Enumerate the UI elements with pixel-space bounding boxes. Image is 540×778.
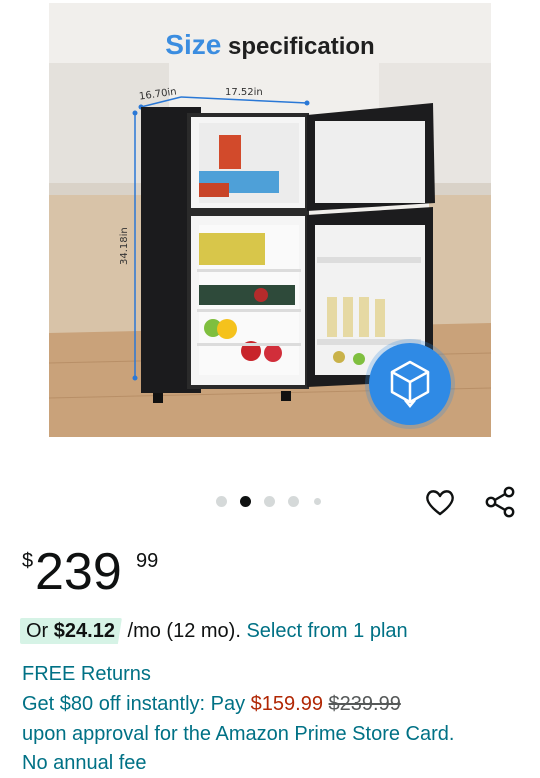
height-dimension-label: 34.18in [119, 227, 130, 265]
promo-annual-fee-text: No annual fee [22, 752, 147, 774]
image-headline-accent: Size [165, 29, 222, 60]
carousel-dot[interactable] [264, 496, 275, 507]
price-whole: 239 [35, 543, 122, 601]
carousel-indicators [0, 496, 540, 510]
monthly-payment-term: /mo (12 mo). [127, 620, 241, 642]
promo-line[interactable]: Get $80 off instantly: Pay $159.99 $239.… [22, 689, 454, 719]
share-icon [485, 486, 515, 518]
select-plan-link[interactable]: Select from 1 plan [246, 620, 407, 642]
promo-card-text[interactable]: upon approval for the Amazon Prime Store… [22, 719, 454, 749]
image-headline: Size specification [49, 29, 491, 61]
monthly-payment-prefix: Or [26, 620, 49, 642]
carousel-dot[interactable] [314, 498, 321, 505]
add-to-list-button[interactable] [422, 484, 458, 520]
monthly-payment-amount: $24.12 [53, 620, 115, 642]
3d-cube-icon [390, 360, 430, 408]
price-fraction: 99 [136, 550, 159, 572]
product-image-gallery[interactable]: Size specification 16.70in 17.52in 34.18… [0, 0, 540, 518]
free-returns-link[interactable]: FREE Returns [22, 659, 454, 689]
price-currency-symbol: $ [22, 550, 34, 572]
view-in-3d-button[interactable] [369, 343, 451, 425]
product-image[interactable]: Size specification 16.70in 17.52in 34.18… [49, 3, 491, 437]
image-headline-text: specification [227, 33, 375, 60]
monthly-payment-line: Or $24.12 /mo (12 mo). Select from 1 pla… [20, 616, 408, 646]
heart-icon [426, 490, 454, 516]
carousel-dot[interactable] [216, 496, 227, 507]
monthly-payment-badge: Or $24.12 [20, 618, 122, 644]
width-dimension-label: 17.52in [225, 87, 263, 98]
share-button[interactable] [482, 484, 518, 520]
promo-sale-price: $159.99 [250, 693, 323, 715]
promo-text-start: Get $80 off instantly: Pay [22, 693, 246, 715]
promo-original-price: $239.99 [328, 693, 401, 715]
offer-details: FREE Returns Get $80 off instantly: Pay … [22, 659, 454, 749]
carousel-dot-active[interactable] [240, 496, 251, 507]
carousel-dot[interactable] [288, 496, 299, 507]
